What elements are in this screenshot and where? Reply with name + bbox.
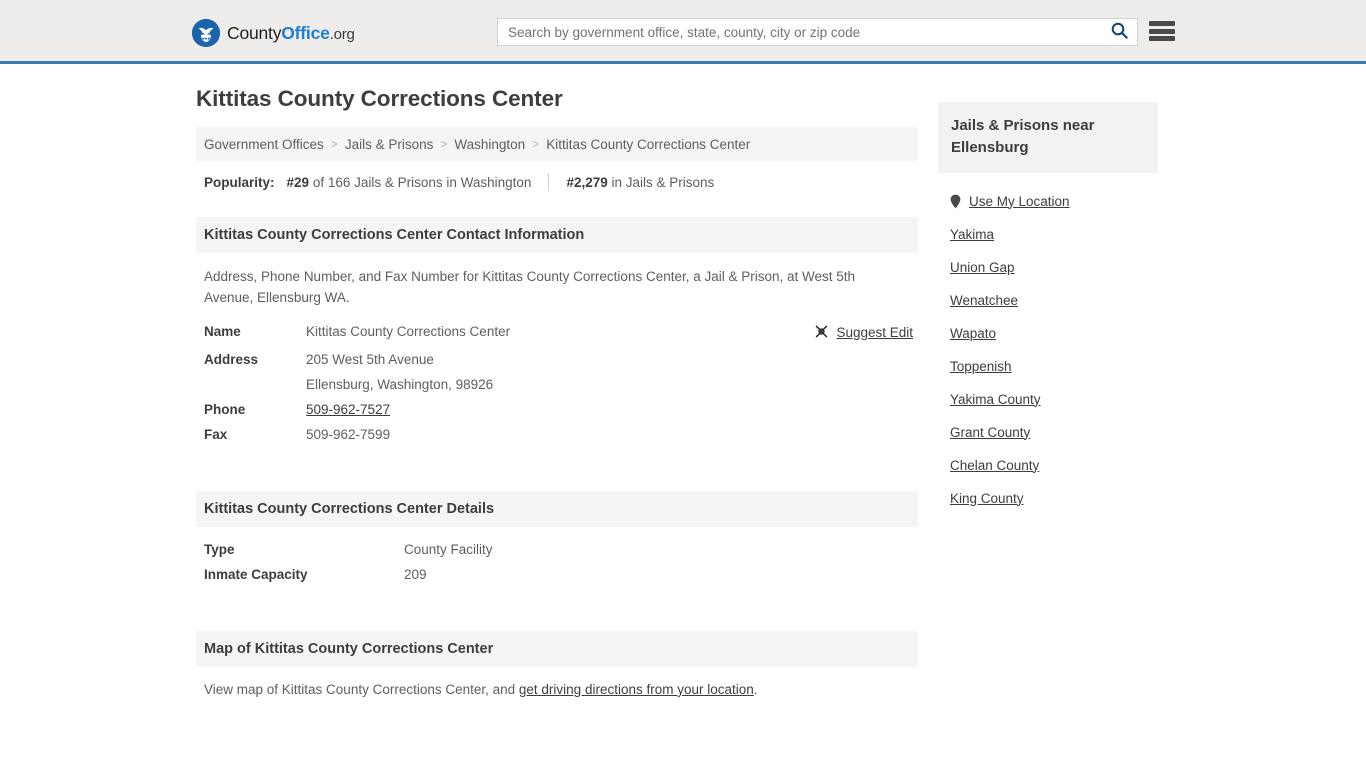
site-header: CountyOffice.org xyxy=(0,0,1366,64)
sidebar-link-label[interactable]: Yakima xyxy=(950,227,994,242)
edit-pencil-icon xyxy=(814,324,829,342)
table-row: Type County Facility xyxy=(196,537,918,562)
page-body: Kittitas County Corrections Center Gover… xyxy=(0,64,1366,697)
sidebar-item-yakima-county[interactable]: Yakima County xyxy=(950,383,1158,416)
suggest-edit-button[interactable]: Suggest Edit xyxy=(814,324,913,342)
sidebar-item-chelan-county[interactable]: Chelan County xyxy=(950,449,1158,482)
breadcrumb: Government Offices > Jails & Prisons > W… xyxy=(196,127,918,161)
contact-section-intro: Address, Phone Number, and Fax Number fo… xyxy=(204,269,856,305)
map-text-after: . xyxy=(753,681,758,697)
search-input[interactable] xyxy=(498,19,1101,45)
driving-directions-link[interactable]: get driving directions from your locatio… xyxy=(519,682,754,697)
contact-info-table: Name Kittitas County Corrections Center xyxy=(196,319,918,447)
sidebar-link-label[interactable]: Wapato xyxy=(950,326,996,341)
breadcrumb-separator-icon: > xyxy=(440,137,448,151)
row-key-blank xyxy=(196,372,306,397)
breadcrumb-item-jails-prisons[interactable]: Jails & Prisons xyxy=(345,137,434,152)
suggest-edit-label: Suggest Edit xyxy=(836,325,913,341)
row-key-name: Name xyxy=(204,323,241,339)
map-text-before: View map of Kittitas County Corrections … xyxy=(204,681,519,697)
sidebar-item-use-my-location[interactable]: Use My Location xyxy=(950,185,1158,218)
sidebar-link-label[interactable]: Union Gap xyxy=(950,260,1015,275)
row-value-address-line1: 205 West 5th Avenue xyxy=(306,351,434,367)
sidebar-item-union-gap[interactable]: Union Gap xyxy=(950,251,1158,284)
table-row: Ellensburg, Washington, 98926 xyxy=(196,372,918,397)
popularity-stat-national: #2,279 in Jails & Prisons xyxy=(566,175,714,190)
eagle-shield-icon xyxy=(192,19,220,47)
sidebar-links: Use My Location Yakima Union Gap Wenatch… xyxy=(938,173,1158,515)
sidebar-item-wapato[interactable]: Wapato xyxy=(950,317,1158,350)
popularity-rank-state: #29 xyxy=(286,175,310,190)
popularity-rank-national: #2,279 xyxy=(566,175,608,190)
breadcrumb-separator-icon: > xyxy=(532,137,540,151)
row-value-inmate-capacity: 209 xyxy=(404,566,427,582)
sidebar-item-wenatchee[interactable]: Wenatchee xyxy=(950,284,1158,317)
row-value-phone-cell: 509-962-7527 xyxy=(306,397,712,422)
sidebar-item-grant-county[interactable]: Grant County xyxy=(950,416,1158,449)
row-value-fax: 509-962-7599 xyxy=(306,426,391,442)
breadcrumb-item-washington[interactable]: Washington xyxy=(454,137,525,152)
table-row: Phone 509-962-7527 xyxy=(196,397,918,422)
sidebar-item-yakima[interactable]: Yakima xyxy=(950,218,1158,251)
details-table: Type County Facility Inmate Capacity 209 xyxy=(196,537,918,587)
row-key-phone: Phone xyxy=(204,401,246,417)
breadcrumb-item-government-offices[interactable]: Government Offices xyxy=(204,137,324,152)
sidebar-link-label[interactable]: Wenatchee xyxy=(950,293,1018,308)
map-section-heading: Map of Kittitas County Corrections Cente… xyxy=(196,630,918,667)
search-button[interactable] xyxy=(1101,19,1137,45)
search-bar[interactable] xyxy=(497,18,1138,46)
site-logo[interactable]: CountyOffice.org xyxy=(192,19,355,47)
sidebar-link-label[interactable]: King County xyxy=(950,491,1024,506)
main-content: Kittitas County Corrections Center Gover… xyxy=(188,85,918,697)
use-my-location-link[interactable]: Use My Location xyxy=(969,194,1070,209)
row-key-fax: Fax xyxy=(204,426,228,442)
breadcrumb-item-current: Kittitas County Corrections Center xyxy=(546,136,751,152)
table-row: Address 205 West 5th Avenue xyxy=(196,347,918,372)
suggest-edit-cell: Suggest Edit xyxy=(712,319,918,347)
popularity-text-state: of 166 Jails & Prisons in Washington xyxy=(312,175,532,190)
row-key-address: Address xyxy=(204,351,259,367)
sidebar: Jails & Prisons near Ellensburg Use My L… xyxy=(918,85,1158,697)
hamburger-menu-icon[interactable] xyxy=(1149,19,1175,43)
brand-name-part2: Office xyxy=(281,22,330,43)
search-icon xyxy=(1111,22,1128,42)
hamburger-bar xyxy=(1149,36,1175,41)
hamburger-bar xyxy=(1149,28,1175,34)
row-key-inmate-capacity: Inmate Capacity xyxy=(204,566,308,582)
contact-section-heading: Kittitas County Corrections Center Conta… xyxy=(196,217,918,253)
map-pin-icon xyxy=(950,194,961,209)
popularity-stat-state: #29 of 166 Jails & Prisons in Washington xyxy=(287,175,532,190)
sidebar-link-label[interactable]: Grant County xyxy=(950,425,1030,440)
row-value-name: Kittitas County Corrections Center xyxy=(306,323,511,339)
popularity-text-national: in Jails & Prisons xyxy=(611,175,715,190)
brand-text: CountyOffice.org xyxy=(227,23,355,44)
table-row: Name Kittitas County Corrections Center xyxy=(196,319,918,347)
row-value-type: County Facility xyxy=(404,541,493,557)
table-row: Fax 509-962-7599 xyxy=(196,422,918,447)
popularity-row: Popularity: #29 of 166 Jails & Prisons i… xyxy=(196,161,918,191)
breadcrumb-separator-icon: > xyxy=(330,137,338,151)
brand-name-part1: County xyxy=(227,22,282,43)
row-value-address-line2: Ellensburg, Washington, 98926 xyxy=(306,376,494,392)
popularity-divider xyxy=(548,174,550,191)
sidebar-link-label[interactable]: Chelan County xyxy=(950,458,1039,473)
sidebar-link-label[interactable]: Yakima County xyxy=(950,392,1041,407)
hamburger-bar xyxy=(1149,21,1175,26)
table-row: Inmate Capacity 209 xyxy=(196,562,918,587)
sidebar-heading: Jails & Prisons near Ellensburg xyxy=(938,102,1158,173)
map-section-text: View map of Kittitas County Corrections … xyxy=(196,667,918,697)
row-key-type: Type xyxy=(204,541,235,557)
sidebar-item-toppenish[interactable]: Toppenish xyxy=(950,350,1158,383)
popularity-label: Popularity: xyxy=(204,175,275,190)
brand-name-tld: .org xyxy=(329,25,355,43)
sidebar-link-label[interactable]: Toppenish xyxy=(950,359,1012,374)
details-section-heading: Kittitas County Corrections Center Detai… xyxy=(196,490,918,527)
page-title: Kittitas County Corrections Center xyxy=(196,86,563,111)
sidebar-item-king-county[interactable]: King County xyxy=(950,482,1158,515)
phone-link[interactable]: 509-962-7527 xyxy=(306,402,390,417)
